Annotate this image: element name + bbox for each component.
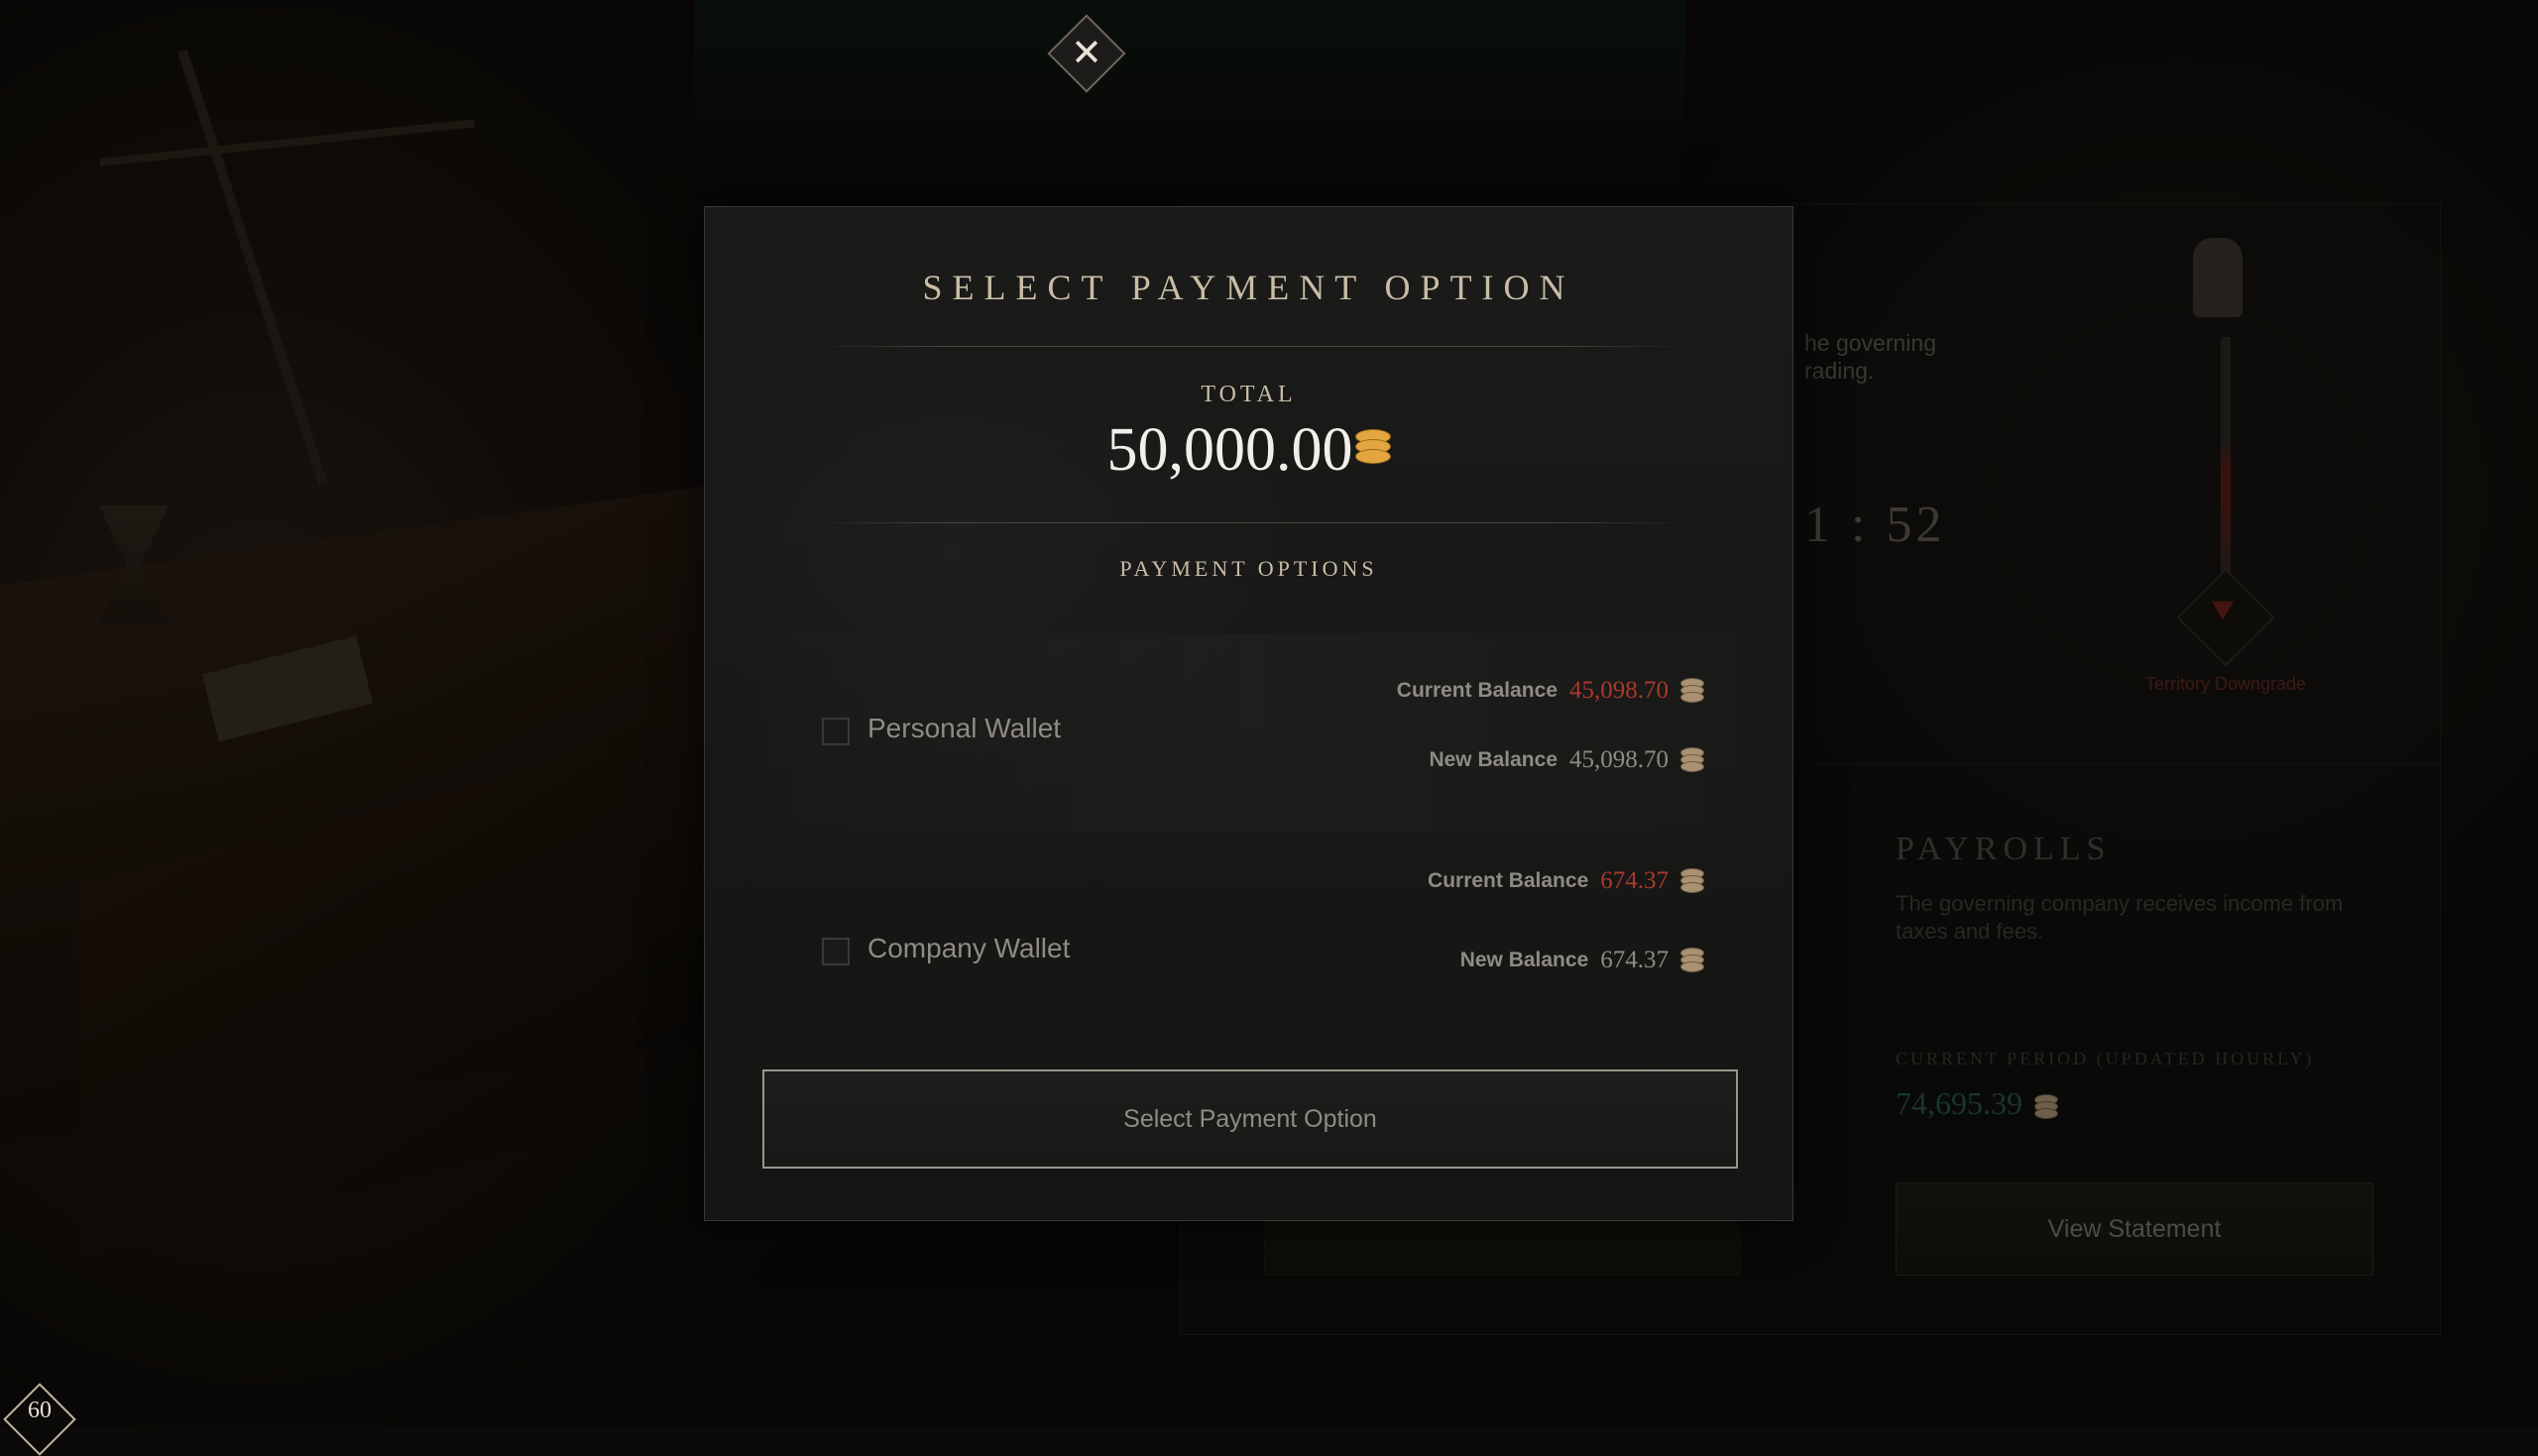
fps-counter: 60 (2, 1383, 76, 1456)
new-balance-label: New Balance (1429, 748, 1557, 771)
coin-icon (1680, 747, 1704, 773)
wallet-name: Company Wallet (867, 933, 1071, 963)
coin-icon (1680, 678, 1704, 704)
new-balance-row: New Balance 45,098.70 (1429, 746, 1704, 774)
total-value: 50,000.00 (705, 415, 1792, 486)
option-company-wallet[interactable]: Company Wallet Current Balance 674.37 Ne… (762, 841, 1740, 1040)
new-balance-value: 674.37 (1600, 947, 1669, 973)
coin-icon (1680, 868, 1704, 894)
total-divider (814, 522, 1683, 523)
new-balance-value: 45,098.70 (1569, 746, 1669, 773)
coin-stack-icon (1354, 428, 1391, 471)
personal-wallet-checkbox[interactable] (822, 718, 850, 745)
select-payment-option-label: Select Payment Option (1123, 1104, 1377, 1133)
company-wallet-checkbox[interactable] (822, 938, 850, 965)
current-balance-value: 45,098.70 (1569, 677, 1669, 704)
new-balance-row: New Balance 674.37 (1459, 947, 1704, 974)
current-balance-label: Current Balance (1428, 869, 1589, 892)
current-balance-row: Current Balance 674.37 (1428, 867, 1704, 895)
fps-value: 60 (28, 1398, 52, 1423)
modal-title: SELECT PAYMENT OPTION (922, 268, 1575, 307)
coin-icon (1680, 948, 1704, 973)
payment-modal: SELECT PAYMENT OPTION TOTAL 50,000.00 PA… (704, 206, 1793, 1221)
total-amount: 50,000.00 (1106, 416, 1353, 484)
current-balance-row: Current Balance 45,098.70 (1396, 677, 1704, 705)
current-balance-label: Current Balance (1396, 679, 1557, 702)
wallet-name: Personal Wallet (867, 713, 1062, 743)
title-divider (814, 346, 1683, 347)
select-payment-option-button[interactable]: Select Payment Option (762, 1069, 1738, 1169)
total-label: TOTAL (1201, 382, 1297, 407)
new-balance-label: New Balance (1459, 949, 1589, 971)
option-personal-wallet[interactable]: Personal Wallet Current Balance 45,098.7… (762, 633, 1740, 832)
payment-options-label: PAYMENT OPTIONS (1119, 556, 1378, 581)
current-balance-value: 674.37 (1600, 867, 1669, 894)
